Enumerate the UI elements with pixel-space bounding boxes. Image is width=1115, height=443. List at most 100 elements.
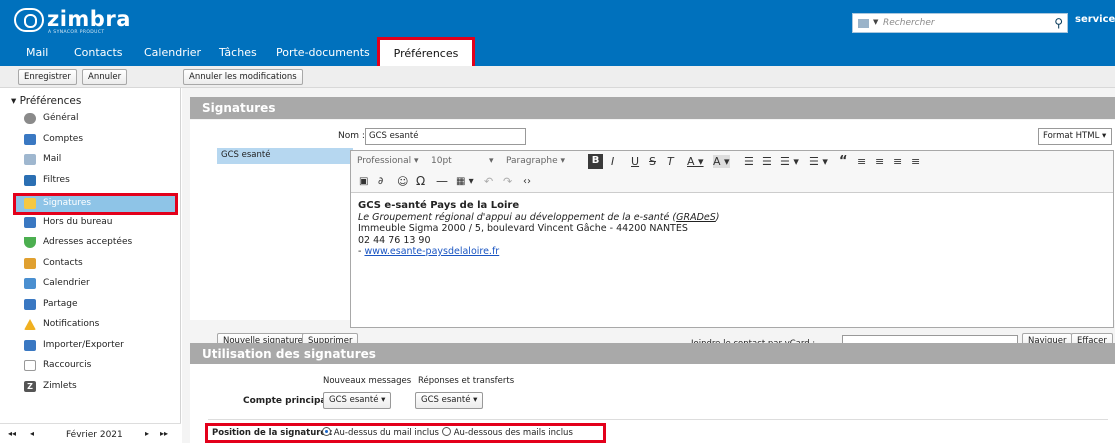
chevron-down-icon[interactable]: ▼ <box>873 18 878 26</box>
search-input[interactable]: Rechercher <box>883 18 935 28</box>
signature-line-website: - www.esante-paysdelaloire.fr <box>358 246 500 257</box>
calendar-icon <box>24 278 36 289</box>
tab-contacts[interactable]: Contacts <box>74 46 123 59</box>
sidebar-item-mail[interactable]: Mail <box>24 151 174 169</box>
link-icon[interactable]: ∂ <box>378 176 383 187</box>
signature-line-phone: 02 44 76 13 90 <box>358 234 431 246</box>
sidebar-item-accepted-addresses[interactable]: Adresses acceptées <box>24 234 174 252</box>
indent-icon[interactable]: ☰ <box>762 155 772 168</box>
signatures-section-header: Signatures <box>190 97 1115 119</box>
zimbra-logo[interactable]: zimbra A SYNACOR PRODUCT <box>14 7 164 36</box>
tab-tasks[interactable]: Tâches <box>219 46 257 59</box>
prev-month-icon[interactable]: ◂ <box>30 429 34 438</box>
sidebar-item-general[interactable]: Général <box>24 110 174 128</box>
cancel-button[interactable]: Annuler <box>82 69 128 85</box>
format-select[interactable]: Format HTML ▾ <box>1038 128 1112 145</box>
save-button[interactable]: Enregistrer <box>18 69 77 85</box>
highlight-box-preferences <box>377 37 475 69</box>
prev-year-icon[interactable]: ◂◂ <box>8 429 16 438</box>
align-right-icon[interactable]: ≡ <box>893 155 902 168</box>
numbered-list-icon[interactable]: ☰ ▾ <box>809 155 828 168</box>
name-label: Nom : <box>338 131 365 141</box>
chevron-down-icon: ▾ <box>1102 131 1107 141</box>
replies-column-label: Réponses et transferts <box>418 376 515 386</box>
tab-briefcase[interactable]: Porte-documents <box>276 46 370 59</box>
emoji-icon[interactable]: ☺ <box>397 175 408 188</box>
replies-signature-select[interactable]: GCS esanté ▾ <box>415 392 484 409</box>
align-left-icon[interactable]: ≡ <box>857 155 866 168</box>
next-year-icon[interactable]: ▸▸ <box>160 429 168 438</box>
signature-line-address: Immeuble Sigma 2000 / 5, boulevard Vince… <box>358 223 688 234</box>
table-icon[interactable]: ▦ ▾ <box>456 176 474 187</box>
search-box[interactable]: ▼ Rechercher ⚲ <box>852 13 1068 33</box>
user-name[interactable]: service SI <box>1075 14 1115 25</box>
shield-check-icon <box>24 237 36 248</box>
signature-list-item[interactable]: GCS esanté <box>217 148 353 164</box>
blockquote-icon[interactable]: “ <box>839 154 848 169</box>
special-char-icon[interactable]: Ω <box>416 174 425 188</box>
search-type-icon[interactable] <box>858 19 869 28</box>
horizontal-rule-icon[interactable]: — <box>436 174 448 188</box>
sidebar-item-out-of-office[interactable]: Hors du bureau <box>24 214 174 232</box>
contact-icon <box>24 258 36 269</box>
source-code-icon[interactable]: ‹› <box>523 176 531 187</box>
keyboard-icon <box>24 360 36 371</box>
primary-account-label: Compte principal: <box>243 396 334 406</box>
collapse-triangle-icon[interactable]: ▾ <box>11 95 20 107</box>
sidebar-item-sharing[interactable]: Partage <box>24 296 174 314</box>
tab-calendar[interactable]: Calendrier <box>144 46 201 59</box>
highlight-box-signatures <box>13 193 178 215</box>
signatures-panel: Nom : GCS esanté Format HTML ▾ GCS esant… <box>190 120 1115 352</box>
out-of-office-icon <box>24 217 36 228</box>
usage-section-header: Utilisation des signatures <box>190 343 1115 365</box>
bullet-list-icon[interactable]: ☰ ▾ <box>780 155 799 168</box>
bold-button[interactable]: B <box>588 154 603 169</box>
underline-icon[interactable]: U <box>631 155 639 168</box>
website-link[interactable]: www.esante-paysdelaloire.fr <box>364 246 499 257</box>
highlight-color-icon[interactable]: A ▾ <box>713 155 730 168</box>
block-format-select[interactable]: Paragraphe ▾ <box>506 156 565 166</box>
search-icon[interactable]: ⚲ <box>1054 16 1063 30</box>
undo-icon[interactable]: ↶ <box>484 175 493 188</box>
signature-name-input[interactable]: GCS esanté <box>365 128 526 145</box>
signature-editor[interactable]: Professional ▾ 10pt ▾ Paragraphe ▾ B I U… <box>350 150 1114 328</box>
next-month-icon[interactable]: ▸ <box>145 429 149 438</box>
divider <box>208 419 1108 420</box>
strikethrough-icon[interactable]: S <box>649 155 656 168</box>
editor-toolbar: Professional ▾ 10pt ▾ Paragraphe ▾ B I U… <box>351 151 1113 193</box>
undo-changes-button[interactable]: Annuler les modifications <box>183 69 303 85</box>
sidebar-item-import-export[interactable]: Importer/Exporter <box>24 337 174 355</box>
sidebar-item-zimlets[interactable]: Z Zimlets <box>24 378 174 396</box>
accounts-icon <box>24 134 36 145</box>
chevron-down-icon[interactable]: ▾ <box>489 156 494 166</box>
sidebar-item-accounts[interactable]: Comptes <box>24 131 174 149</box>
logo-mark-icon <box>14 8 44 32</box>
align-center-icon[interactable]: ≡ <box>875 155 884 168</box>
text-color-icon[interactable]: A ▾ <box>687 155 704 168</box>
align-justify-icon[interactable]: ≡ <box>911 155 920 168</box>
image-icon[interactable]: ▣ <box>359 176 368 187</box>
sidebar-item-notifications[interactable]: Notifications <box>24 316 174 334</box>
new-messages-signature-select[interactable]: GCS esanté ▾ <box>323 392 392 409</box>
sidebar-title[interactable]: ▾ Préférences <box>11 95 81 107</box>
outdent-icon[interactable]: ☰ <box>744 155 754 168</box>
sidebar-item-shortcuts[interactable]: Raccourcis <box>24 357 174 375</box>
calendar-month-label[interactable]: Février 2021 <box>66 430 123 440</box>
font-family-select[interactable]: Professional ▾ <box>357 156 418 166</box>
sidebar-item-calendar[interactable]: Calendrier <box>24 275 174 293</box>
sidebar-item-filters[interactable]: Filtres <box>24 172 174 190</box>
tab-mail[interactable]: Mail <box>26 46 48 59</box>
redo-icon[interactable]: ↷ <box>503 175 512 188</box>
font-size-select[interactable]: 10pt <box>431 156 452 166</box>
mail-icon <box>24 154 36 165</box>
mini-calendar-nav: ◂◂ ◂ Février 2021 ▸ ▸▸ <box>0 423 181 443</box>
share-icon <box>24 299 36 310</box>
highlight-box-position <box>205 423 606 443</box>
signature-content[interactable]: GCS e-santé Pays de la Loire Le Groupeme… <box>358 200 1098 258</box>
clear-format-icon[interactable]: T <box>667 155 674 168</box>
italic-icon[interactable]: I <box>611 155 614 168</box>
sidebar-item-contacts[interactable]: Contacts <box>24 255 174 273</box>
import-export-icon <box>24 340 36 351</box>
bell-warning-icon <box>24 319 36 330</box>
filter-icon <box>24 175 36 186</box>
